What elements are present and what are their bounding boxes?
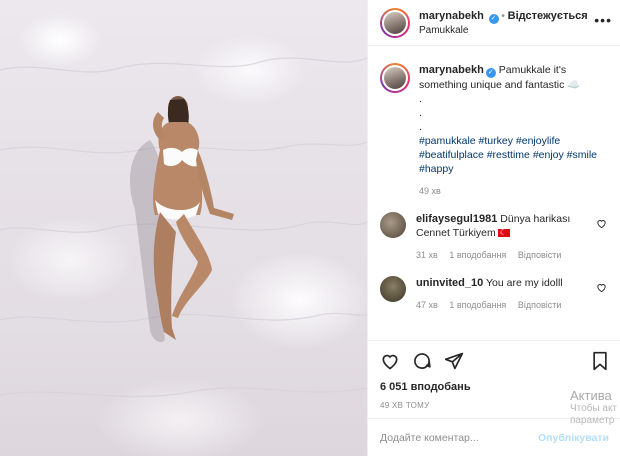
author-avatar[interactable] <box>380 7 410 38</box>
comment-item: elifaysegul1981 Dünya harikası Cennet Tü… <box>380 212 609 262</box>
comment-input[interactable]: Додайте коментар... <box>380 432 479 444</box>
hashtags-line[interactable]: #pamukkale #turkey #enjoylife <box>419 134 609 148</box>
caption-dot: . <box>419 121 422 133</box>
photo-illustration <box>0 57 367 398</box>
caption-avatar[interactable] <box>380 63 410 93</box>
post-photo[interactable] <box>0 0 367 456</box>
post-comment-button[interactable]: Опублікувати <box>538 432 609 444</box>
bookmark-icon[interactable] <box>591 351 609 371</box>
follow-status-button[interactable]: Відстежується <box>508 10 588 22</box>
commenter-username[interactable]: elifaysegul1981 <box>416 213 497 225</box>
reply-button[interactable]: Відповісти <box>518 250 562 260</box>
hashtags-line[interactable]: #happy <box>419 162 609 176</box>
caption-username[interactable]: marynabekh <box>419 64 484 76</box>
comment-text: You are my idolll <box>485 277 563 289</box>
reply-button[interactable]: Відповісти <box>518 300 562 310</box>
heart-icon[interactable] <box>596 282 607 293</box>
hashtags-line[interactable]: #beatifulplace #resttime #enjoy #smile <box>419 148 609 162</box>
comment-time[interactable]: 31 хв <box>416 250 438 260</box>
comment-likes[interactable]: 1 вподобання <box>449 300 506 310</box>
share-icon[interactable] <box>444 351 464 371</box>
caption-time[interactable]: 49 хв <box>419 184 609 198</box>
commenter-username[interactable]: uninvited_10 <box>416 277 483 289</box>
heart-icon[interactable] <box>380 351 400 371</box>
comment-time[interactable]: 47 хв <box>416 300 438 310</box>
caption-dot: . <box>419 107 422 119</box>
commenter-avatar[interactable] <box>380 212 406 238</box>
comment-icon[interactable] <box>412 351 432 371</box>
turkey-flag-icon <box>497 226 510 240</box>
author-username[interactable]: marynabekh <box>419 10 484 22</box>
post-location[interactable]: Pamukkale <box>419 24 588 37</box>
post-caption: marynabekh ✓ Pamukkale it's something uni… <box>380 63 609 198</box>
comment-item: uninvited_10 You are my idolll 47 хв 1 в… <box>380 276 609 312</box>
verified-icon: ✓ <box>488 13 499 24</box>
watermark-line: параметр <box>570 415 615 426</box>
heart-icon[interactable] <box>596 218 607 229</box>
more-icon[interactable]: ••• <box>594 12 612 28</box>
comment-likes[interactable]: 1 вподобання <box>449 250 506 260</box>
caption-dot: . <box>419 93 422 105</box>
watermark-line: Актива <box>570 388 612 403</box>
windows-activation-watermark: Актива Чтобы акт параметр <box>570 388 617 427</box>
commenter-avatar[interactable] <box>380 276 406 302</box>
post-header: marynabekh ✓ • Відстежується Pamukkale •… <box>368 0 620 46</box>
verified-icon: ✓ <box>485 68 496 78</box>
watermark-line: Чтобы акт <box>570 403 618 414</box>
comments-list: marynabekh ✓ Pamukkale it's something uni… <box>368 47 620 337</box>
